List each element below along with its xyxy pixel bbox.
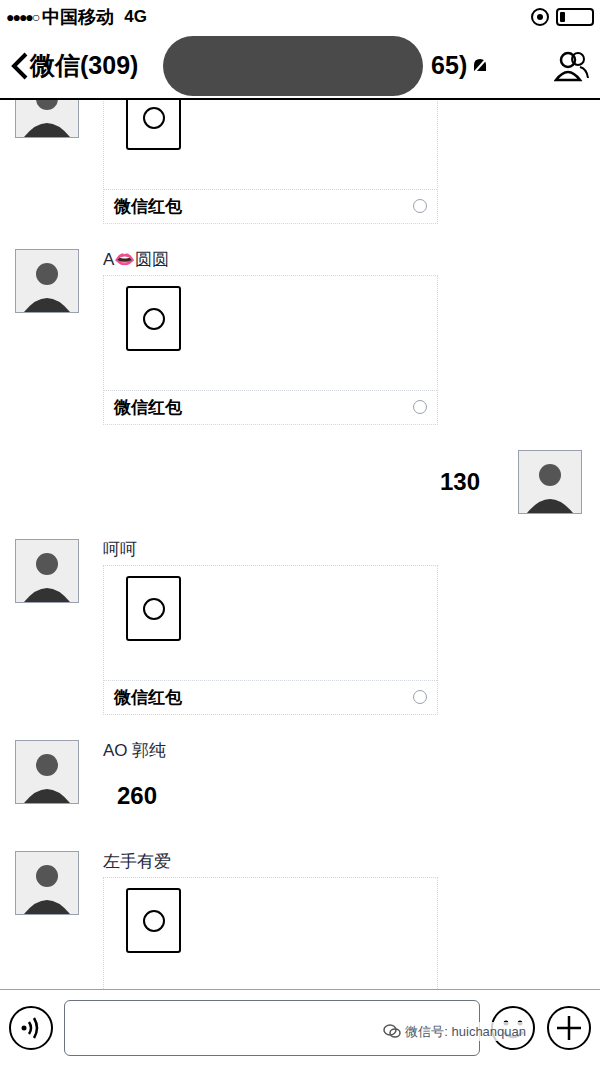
red-packet-badge-icon xyxy=(413,199,427,213)
watermark: 微信号: huichanquan xyxy=(381,1022,528,1042)
avatar[interactable] xyxy=(15,539,79,603)
avatar[interactable] xyxy=(15,249,79,313)
message-row: 呵呵微信红包 xyxy=(0,539,600,715)
red-packet-card[interactable]: 微信红包 xyxy=(103,275,438,425)
red-packet-badge-icon xyxy=(413,690,427,704)
group-members-icon[interactable] xyxy=(554,50,590,82)
text-bubble[interactable]: 130 xyxy=(432,450,488,514)
red-packet-card[interactable]: 微信红包 xyxy=(103,565,438,715)
message-text: 130 xyxy=(440,464,480,500)
red-packet-label: 微信红包 xyxy=(114,194,182,220)
avatar[interactable] xyxy=(15,851,79,915)
wechat-logo-icon xyxy=(383,1023,401,1039)
mute-bell-icon xyxy=(471,56,489,76)
message-row: AO 郭纯 260 xyxy=(0,740,600,826)
message-list: 微信红包A👄圆圆微信红包130呵呵微信红包AO 郭纯260左手有爱 xyxy=(0,100,600,989)
sender-name: 左手有爱 xyxy=(103,851,438,873)
chat-title: 65) xyxy=(431,47,467,85)
message-text: 260 xyxy=(117,778,157,814)
chat-screen: ●●●●○中国移动4G微信(309)65)微信红包A👄圆圆微信红包130呵呵微信… xyxy=(0,0,600,1065)
red-packet-icon xyxy=(126,286,181,351)
plus-icon[interactable] xyxy=(546,1005,592,1051)
signal-strength: ●●●●○ xyxy=(6,7,38,28)
avatar-photo-icon xyxy=(16,250,78,312)
chevron-left-icon xyxy=(10,51,30,81)
red-packet-icon xyxy=(126,100,181,150)
avatar[interactable] xyxy=(15,740,79,804)
rotation-lock-icon xyxy=(530,7,550,27)
sender-name: 呵呵 xyxy=(103,539,438,561)
message-row: A👄圆圆微信红包 xyxy=(0,249,600,425)
obscured-title-smudge xyxy=(163,36,423,96)
network-type: 4G xyxy=(124,4,147,30)
text-bubble[interactable]: 260 xyxy=(103,766,171,826)
voice-icon[interactable] xyxy=(8,1005,54,1051)
status-bar: ●●●●○中国移动 4G xyxy=(0,0,600,34)
red-packet-badge-icon xyxy=(413,400,427,414)
back-button[interactable]: 微信(309) xyxy=(10,47,138,85)
message-row: 130 xyxy=(0,450,600,514)
avatar-photo-icon xyxy=(16,540,78,602)
avatar-photo-icon xyxy=(16,741,78,803)
red-packet-label: 微信红包 xyxy=(114,395,182,421)
sender-name: AO 郭纯 xyxy=(103,740,171,762)
red-packet-card[interactable]: 微信红包 xyxy=(103,100,438,224)
red-packet-label: 微信红包 xyxy=(114,685,182,711)
avatar-photo-icon xyxy=(16,100,78,137)
avatar-photo-icon xyxy=(16,852,78,914)
avatar[interactable] xyxy=(518,450,582,514)
message-row: 微信红包 xyxy=(0,100,600,224)
avatar-photo-icon xyxy=(519,451,581,513)
carrier: 中国移动 xyxy=(42,4,114,31)
red-packet-icon xyxy=(126,888,181,953)
message-row: 左手有爱 xyxy=(0,851,600,989)
sender-name: A👄圆圆 xyxy=(103,249,438,271)
battery-icon xyxy=(556,8,594,26)
red-packet-card[interactable] xyxy=(103,877,438,989)
nav-bar: 微信(309) 65) xyxy=(0,34,600,100)
avatar[interactable] xyxy=(15,100,79,138)
red-packet-icon xyxy=(126,576,181,641)
